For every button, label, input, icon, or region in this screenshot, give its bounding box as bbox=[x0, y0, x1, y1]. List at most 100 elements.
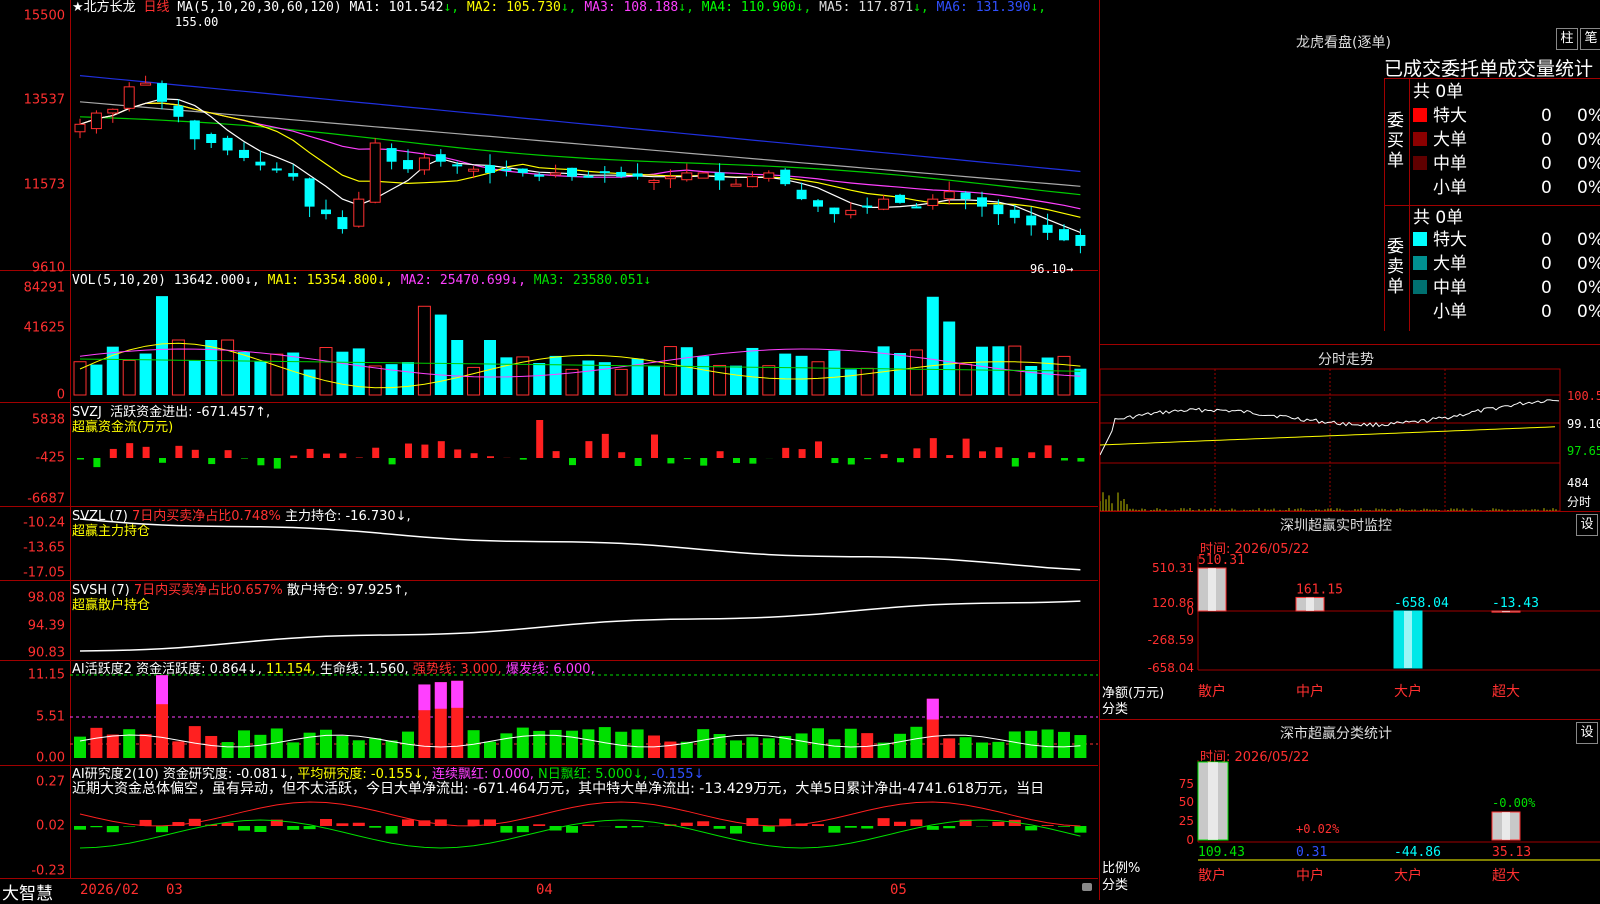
order-type: 大单 bbox=[1433, 130, 1467, 150]
candle-body bbox=[255, 162, 265, 166]
intraday-axis-label: 97.65 bbox=[1567, 444, 1600, 458]
candle-body bbox=[698, 173, 708, 178]
monitor-panel[interactable]: 深圳超赢实时监控 设 时间: 2026/05/22 510.31120.860-… bbox=[1099, 512, 1600, 720]
flow-bar bbox=[520, 458, 527, 460]
classify-bottom-label: 109.43 bbox=[1198, 845, 1245, 860]
ai-research-chart[interactable] bbox=[0, 766, 1098, 878]
volume-bar bbox=[927, 297, 939, 395]
classify-top-label: +0.02% bbox=[1296, 822, 1340, 836]
volume-bar bbox=[451, 340, 463, 395]
flow-bar bbox=[307, 449, 314, 458]
classify-chart[interactable]: 7550250109.43散户+0.02%0.31中户-44.86大户-0.00… bbox=[1100, 720, 1600, 900]
order-row: 特大00% bbox=[1413, 105, 1600, 127]
candle-body bbox=[124, 87, 134, 108]
flow-bar bbox=[635, 458, 642, 466]
sell-side-label: 委卖单 bbox=[1387, 237, 1407, 297]
tick-view-button[interactable]: 笔 bbox=[1580, 28, 1600, 50]
buy-side-label: 委买单 bbox=[1387, 111, 1407, 171]
activity-bar bbox=[140, 734, 152, 758]
flow-bar bbox=[815, 441, 822, 458]
volume-bar bbox=[599, 362, 611, 395]
flow-bar bbox=[848, 458, 855, 464]
volume-panel[interactable]: 84291 41625 0 VOL(5,10,20) 13642.000↓, M… bbox=[0, 271, 1098, 403]
svzl-panel[interactable]: -10.24 -13.65 -17.05 SVZL (7) 7日内买卖净占比0.… bbox=[0, 507, 1098, 581]
classify-category-label: 超大 bbox=[1492, 868, 1520, 884]
order-pct: 0% bbox=[1577, 105, 1600, 127]
flow-bar bbox=[159, 458, 166, 463]
lhb-table: 委买单 共 0单 特大00%大单00%中单00%小单00% 委卖单 共 0单 特… bbox=[1384, 78, 1600, 331]
flow-bar bbox=[257, 458, 264, 465]
x-axis-label: 03 bbox=[166, 882, 183, 898]
order-type: 中单 bbox=[1433, 154, 1467, 174]
ma6-line bbox=[80, 76, 1080, 172]
classify-axis-label: 50 bbox=[1179, 795, 1194, 809]
intraday-chart[interactable] bbox=[1100, 345, 1600, 511]
svzj-chart[interactable] bbox=[0, 403, 1098, 506]
research-bar bbox=[615, 826, 627, 828]
monitor-axis-label: 510.31 bbox=[1152, 561, 1194, 575]
volume-chart[interactable] bbox=[0, 271, 1098, 402]
order-color-swatch bbox=[1413, 156, 1427, 170]
flow-bar bbox=[438, 441, 445, 458]
activity-bar-top bbox=[435, 682, 447, 709]
ai-research-panel[interactable]: 0.27 0.02 -0.23 AI研究度2(10) 资金研究度: -0.081… bbox=[0, 766, 1098, 879]
activity-bar bbox=[484, 742, 496, 758]
volume-bar bbox=[468, 367, 480, 395]
ai-activity-panel[interactable]: 11.15 5.51 0.00 AI活跃度2 资金活跃度: 0.864↓, 11… bbox=[0, 661, 1098, 766]
candle-body bbox=[337, 217, 347, 229]
order-type: 中单 bbox=[1433, 278, 1467, 298]
ai-activity-chart[interactable] bbox=[0, 661, 1098, 765]
order-count: 0 bbox=[1541, 301, 1552, 323]
svsh-panel[interactable]: 98.08 94.39 90.83 SVSH (7) 7日内买卖净占比0.657… bbox=[0, 581, 1098, 661]
candle-body bbox=[1075, 235, 1085, 246]
intraday-panel[interactable]: 分时走势 100.5 99.10 97.65 484 分时 bbox=[1099, 345, 1600, 512]
monitor-bar-highlight bbox=[1306, 597, 1314, 611]
volume-bar bbox=[1074, 369, 1086, 395]
research-bar bbox=[779, 819, 791, 826]
ma4-line bbox=[80, 117, 1080, 195]
monitor-value-label: -658.04 bbox=[1394, 596, 1449, 611]
volume-bar bbox=[369, 366, 381, 395]
svsh-chart[interactable] bbox=[0, 581, 1098, 660]
candle-body bbox=[1043, 225, 1053, 233]
candle-body bbox=[961, 193, 971, 200]
price-panel[interactable]: 15500 13537 11573 9610 ★北方长龙 日线 MA(5,10,… bbox=[0, 0, 1098, 271]
activity-bar bbox=[336, 736, 348, 758]
order-pct: 0% bbox=[1577, 253, 1600, 275]
candle-body bbox=[288, 173, 298, 177]
candle-body bbox=[354, 199, 364, 226]
flow-bar bbox=[241, 458, 248, 459]
classify-panel[interactable]: 深市超赢分类统计 设 时间: 2026/05/22 7550250109.43散… bbox=[1099, 720, 1600, 900]
candle-body bbox=[206, 134, 216, 143]
classify-axis-label: 75 bbox=[1179, 777, 1194, 791]
activity-bar bbox=[500, 733, 512, 758]
volume-bar bbox=[435, 315, 447, 395]
flow-bar bbox=[930, 438, 937, 458]
classify-bottom-label: 0.31 bbox=[1296, 845, 1327, 860]
svzj-panel[interactable]: 5838 -425 -6687 SVZJ 活跃资金进出: -671.457↑, … bbox=[0, 403, 1098, 507]
research-bar bbox=[238, 826, 250, 831]
activity-bar bbox=[943, 738, 955, 758]
flow-bar bbox=[979, 451, 986, 458]
activity-bar bbox=[894, 734, 906, 758]
flow-bar bbox=[389, 458, 396, 464]
monitor-chart[interactable]: 510.31120.860-268.59-658.04510.31散户161.1… bbox=[1100, 512, 1600, 719]
candle-body bbox=[649, 180, 659, 182]
candle-body bbox=[846, 210, 856, 214]
svzl-chart[interactable] bbox=[0, 507, 1098, 580]
volume-bar bbox=[615, 369, 627, 395]
lock-icon[interactable] bbox=[1082, 883, 1092, 891]
research-bar bbox=[386, 826, 398, 834]
candlestick-chart[interactable] bbox=[0, 0, 1098, 270]
bar-view-button[interactable]: 柱 bbox=[1556, 28, 1578, 50]
lhb-panel: 龙虎看盘(逐单) 柱 笔 已成交委托单成交量统计 委买单 共 0单 特大00%大… bbox=[1099, 0, 1600, 345]
volume-bar bbox=[697, 356, 709, 395]
candle-body bbox=[370, 143, 380, 202]
candle-body bbox=[436, 154, 446, 162]
research-bar bbox=[828, 826, 840, 833]
flow-bar bbox=[864, 458, 871, 459]
flow-bar bbox=[487, 456, 494, 458]
intraday-axis-label: 100.5 bbox=[1567, 389, 1600, 403]
order-type: 小单 bbox=[1433, 178, 1467, 198]
order-color-swatch bbox=[1413, 256, 1427, 270]
